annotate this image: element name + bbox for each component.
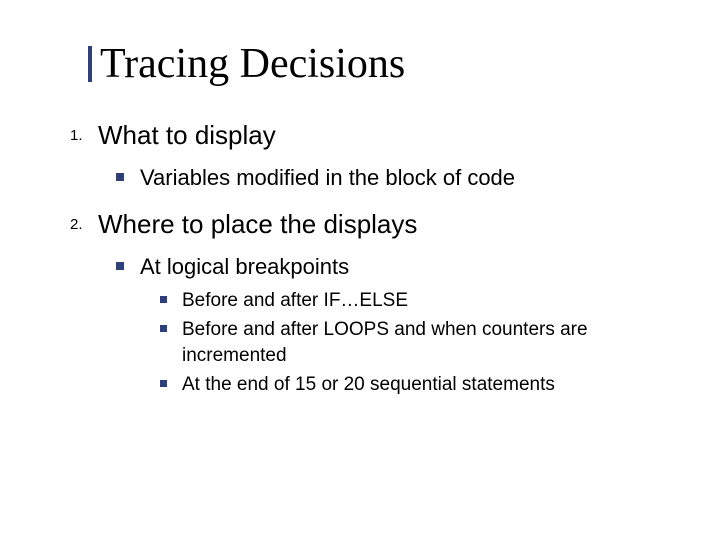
point-1-sublist: Variables modified in the block of code [98,163,680,193]
slide-content: What to display Variables modified in th… [70,118,680,398]
point-2-sub-1: At logical breakpoints Before and after … [140,252,680,398]
numbered-list: What to display Variables modified in th… [70,118,680,398]
point-1-sub-1: Variables modified in the block of code [140,163,680,193]
slide-title: Tracing Decisions [100,40,680,88]
point-2-detail-3: At the end of 15 or 20 sequential statem… [182,372,680,398]
point-2-sub-1-label: At logical breakpoints [140,254,349,279]
slide: Tracing Decisions What to display Variab… [0,0,720,540]
point-1-label: What to display [98,120,276,150]
accent-bar [88,46,92,82]
point-2-sublist: At logical breakpoints Before and after … [98,252,680,398]
title-wrap: Tracing Decisions [100,40,680,88]
point-2-label: Where to place the displays [98,209,417,239]
point-1: What to display Variables modified in th… [98,118,680,193]
point-2-detail-2: Before and after LOOPS and when counters… [182,317,680,368]
point-2-detail-list: Before and after IF…ELSE Before and afte… [140,288,680,399]
point-2: Where to place the displays At logical b… [98,207,680,398]
point-2-detail-1: Before and after IF…ELSE [182,288,680,314]
